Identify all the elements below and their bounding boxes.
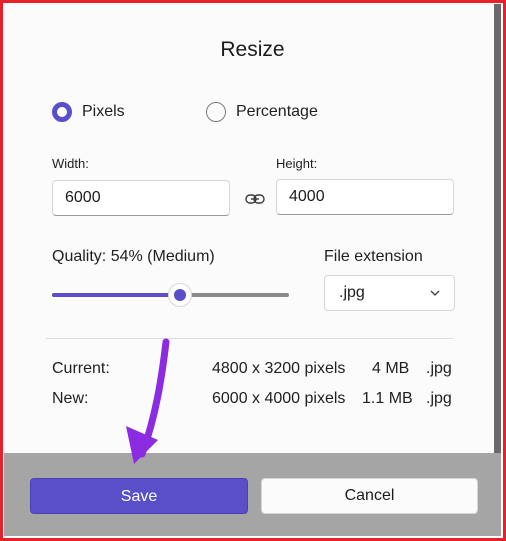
current-dimensions: 4800 x 3200 pixels xyxy=(212,360,346,377)
radio-selected-icon xyxy=(52,102,72,122)
slider-fill xyxy=(52,293,180,297)
file-extension-dropdown[interactable]: .jpg xyxy=(324,275,455,311)
file-extension-value: .jpg xyxy=(339,284,365,301)
height-input[interactable]: 4000 xyxy=(276,179,454,215)
slider-thumb[interactable] xyxy=(169,284,191,306)
dialog-title: Resize xyxy=(220,38,285,61)
save-button[interactable]: Save xyxy=(30,478,248,514)
new-dimensions: 6000 x 4000 pixels xyxy=(212,390,346,407)
width-label: Width: xyxy=(52,156,89,171)
resize-dialog: Resize Pixels Percentage Width: 6000 Hei… xyxy=(4,4,501,536)
new-size: 1.1 MB xyxy=(362,390,413,407)
cancel-button[interactable]: Cancel xyxy=(261,478,478,514)
file-extension-label: File extension xyxy=(324,248,423,265)
chevron-down-icon xyxy=(430,290,440,296)
radio-percentage-label: Percentage xyxy=(236,103,318,120)
width-input[interactable]: 6000 xyxy=(52,180,230,216)
current-label: Current: xyxy=(52,360,110,377)
height-label: Height: xyxy=(276,156,318,171)
new-label: New: xyxy=(52,390,89,407)
annotation-arrow-icon xyxy=(126,338,170,464)
radio-pixels[interactable]: Pixels xyxy=(52,102,125,122)
current-size: 4 MB xyxy=(372,360,410,377)
screenshot-frame: Resize Pixels Percentage Width: 6000 Hei… xyxy=(0,0,506,541)
radio-percentage[interactable]: Percentage xyxy=(206,102,318,122)
new-ext: .jpg xyxy=(426,390,452,407)
radio-unselected-icon xyxy=(206,102,226,122)
current-ext: .jpg xyxy=(426,360,452,377)
quality-label: Quality: 54% (Medium) xyxy=(52,248,215,265)
quality-slider[interactable] xyxy=(52,284,289,306)
link-icon[interactable] xyxy=(244,188,266,210)
divider xyxy=(46,338,453,339)
radio-pixels-label: Pixels xyxy=(82,103,125,120)
